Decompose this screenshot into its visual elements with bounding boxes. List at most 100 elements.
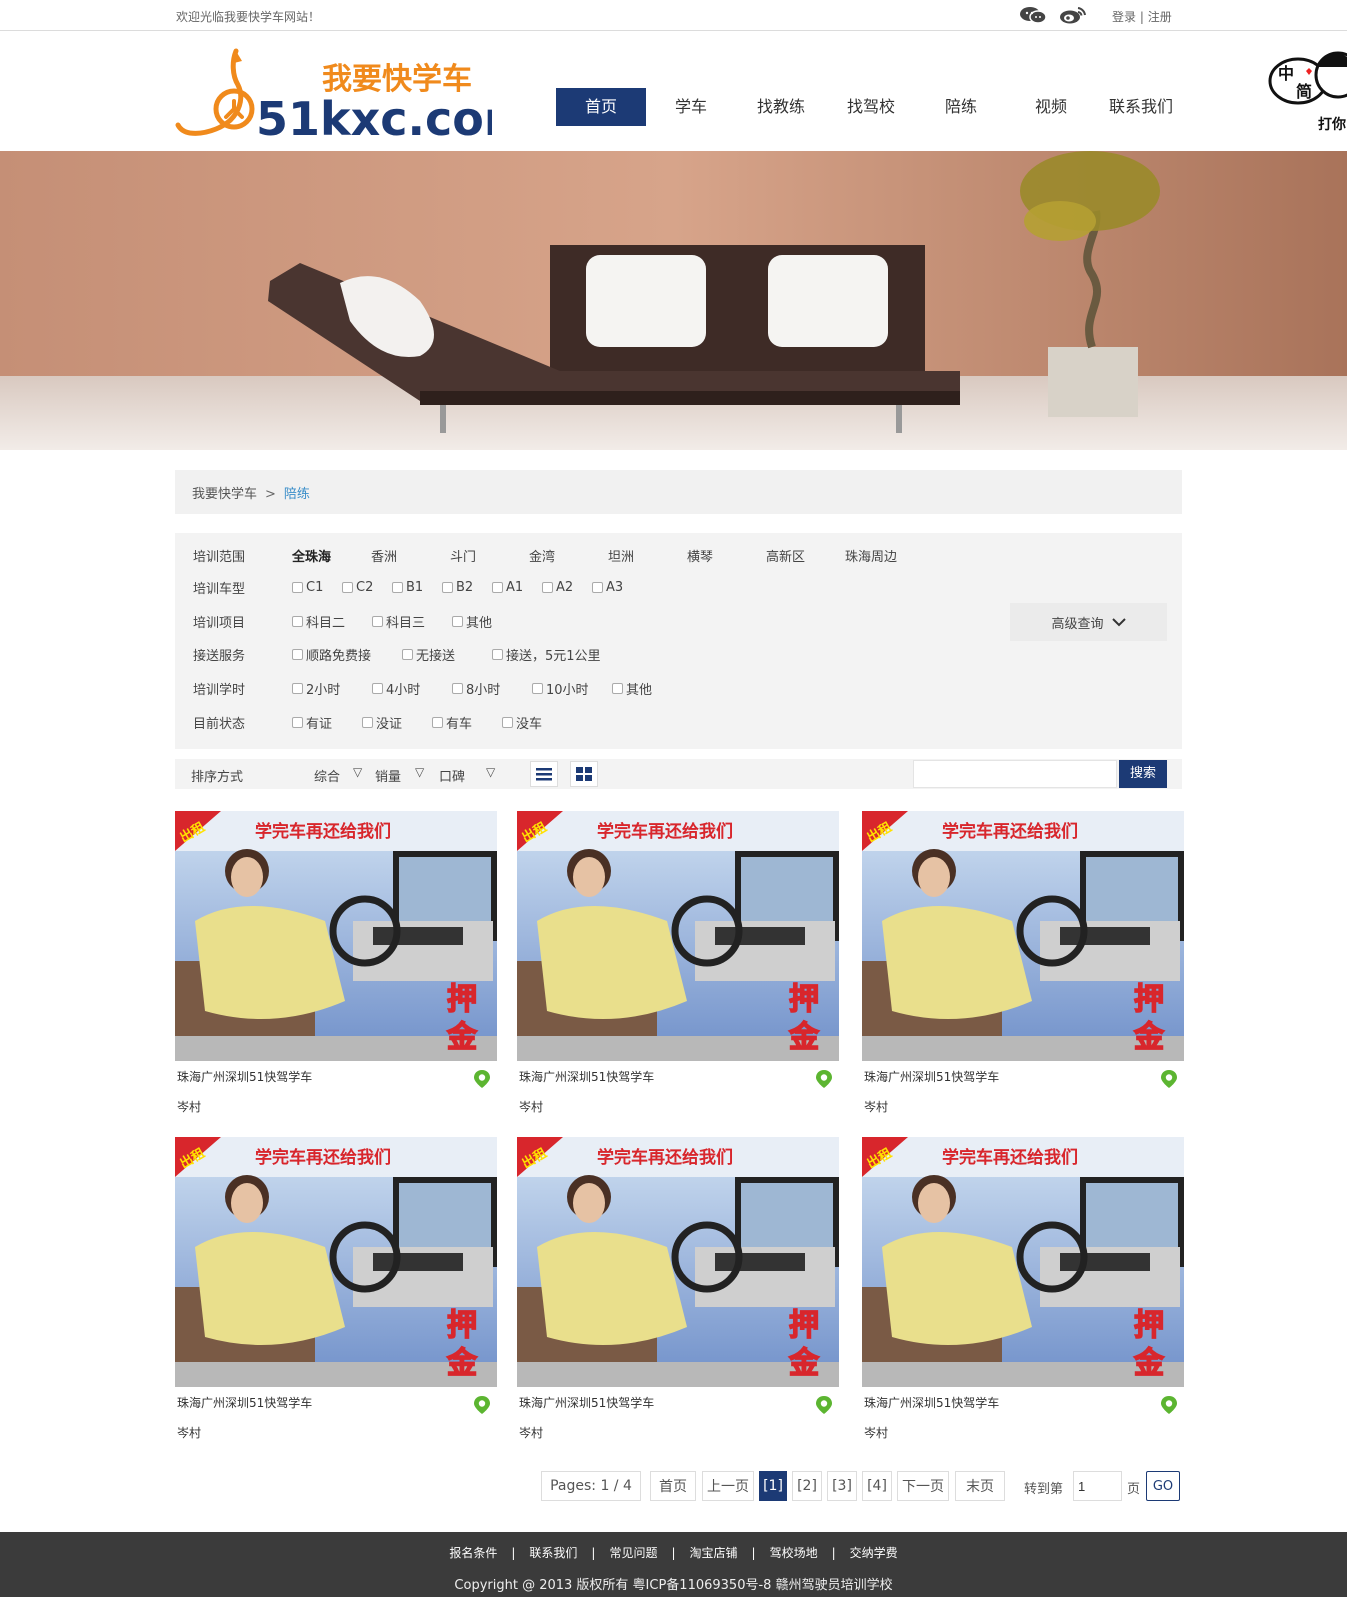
nav-home[interactable]: 首页 [556, 88, 646, 126]
filter-area-option[interactable]: 全珠海 [292, 546, 371, 565]
checkbox[interactable] [342, 581, 353, 593]
filter-area-option[interactable]: 高新区 [766, 546, 845, 565]
wechat-icon[interactable] [1018, 6, 1048, 24]
sort-arrow-icon[interactable]: ▽ [486, 765, 495, 779]
pager-page-2[interactable]: [2] [792, 1471, 822, 1501]
product-card[interactable]: 出租 学完车再还给我们押金珠海广州深圳51快驾学车 岑村 [862, 811, 1184, 1121]
pager-go-button[interactable]: GO [1146, 1471, 1180, 1501]
product-title[interactable]: 珠海广州深圳51快驾学车 [519, 1394, 654, 1411]
filter-shuttle-option[interactable]: 无接送 [402, 645, 492, 664]
location-pin-icon[interactable] [1160, 1069, 1178, 1089]
product-image[interactable]: 出租 学完车再还给我们押金 [862, 1137, 1184, 1387]
site-logo[interactable]: 我要快学车 51kxc.com [172, 41, 532, 146]
filter-car-type-option[interactable]: A1 [492, 580, 542, 595]
location-pin-icon[interactable] [473, 1395, 491, 1415]
footer-link[interactable]: 联系我们 [515, 1544, 591, 1561]
pager-page-1[interactable]: [1] [759, 1471, 787, 1501]
filter-car-type-option[interactable]: B1 [392, 580, 442, 595]
checkbox[interactable] [492, 648, 503, 660]
product-card[interactable]: 出租 学完车再还给我们押金珠海广州深圳51快驾学车 岑村 [517, 811, 839, 1121]
pager-goto-input[interactable] [1073, 1471, 1122, 1501]
checkbox[interactable] [292, 648, 303, 660]
weibo-icon[interactable] [1058, 6, 1088, 24]
product-image[interactable]: 出租 学完车再还给我们押金 [517, 1137, 839, 1387]
pager-first[interactable]: 首页 [650, 1471, 696, 1501]
product-title[interactable]: 珠海广州深圳51快驾学车 [864, 1394, 999, 1411]
filter-shuttle-option[interactable]: 接送，5元1公里 [492, 645, 622, 664]
filter-project-option[interactable]: 其他 [452, 612, 532, 631]
checkbox[interactable] [292, 682, 303, 694]
footer-link[interactable]: 驾校场地 [756, 1544, 832, 1561]
nav-contact[interactable]: 联系我们 [1096, 88, 1186, 126]
filter-area-option[interactable]: 坦洲 [608, 546, 687, 565]
sort-option-rating[interactable]: 口碑 [439, 766, 465, 785]
product-card[interactable]: 出租 学完车再还给我们押金珠海广州深圳51快驾学车 岑村 [517, 1137, 839, 1447]
breadcrumb-home[interactable]: 我要快学车 [192, 487, 257, 502]
checkbox[interactable] [292, 581, 303, 593]
pager-page-3[interactable]: [3] [827, 1471, 857, 1501]
filter-status-option[interactable]: 没车 [502, 713, 572, 732]
location-pin-icon[interactable] [473, 1069, 491, 1089]
pager-prev[interactable]: 上一页 [702, 1471, 754, 1501]
login-link[interactable]: 登录 [1112, 10, 1136, 24]
filter-status-option[interactable]: 有车 [432, 713, 502, 732]
filter-car-type-option[interactable]: B2 [442, 580, 492, 595]
location-pin-icon[interactable] [815, 1069, 833, 1089]
product-image[interactable]: 出租 学完车再还给我们押金 [175, 1137, 497, 1387]
filter-hours-option[interactable]: 10小时 [532, 679, 612, 698]
checkbox[interactable] [612, 682, 623, 694]
filter-hours-option[interactable]: 8小时 [452, 679, 532, 698]
grid-view-button[interactable] [570, 761, 598, 787]
checkbox[interactable] [292, 716, 303, 728]
breadcrumb-current[interactable]: 陪练 [284, 487, 310, 502]
product-image[interactable]: 出租 学完车再还给我们押金 [175, 811, 497, 1061]
checkbox[interactable] [592, 581, 603, 593]
nav-learn[interactable]: 学车 [646, 88, 736, 126]
nav-practice[interactable]: 陪练 [916, 88, 1006, 126]
product-card[interactable]: 出租 学完车再还给我们押金珠海广州深圳51快驾学车 岑村 [175, 811, 497, 1121]
filter-area-option[interactable]: 珠海周边 [845, 546, 924, 565]
product-title[interactable]: 珠海广州深圳51快驾学车 [519, 1068, 654, 1085]
nav-coach[interactable]: 找教练 [736, 88, 826, 126]
footer-link[interactable]: 报名条件 [435, 1544, 511, 1561]
checkbox[interactable] [542, 581, 553, 593]
checkbox[interactable] [372, 615, 383, 627]
checkbox[interactable] [502, 716, 513, 728]
checkbox[interactable] [452, 682, 463, 694]
sort-option-overall[interactable]: 综合 [314, 766, 340, 785]
checkbox[interactable] [492, 581, 503, 593]
checkbox[interactable] [442, 581, 453, 593]
product-card[interactable]: 出租 学完车再还给我们押金珠海广州深圳51快驾学车 岑村 [175, 1137, 497, 1447]
filter-area-option[interactable]: 横琴 [687, 546, 766, 565]
register-link[interactable]: 注册 [1148, 10, 1172, 24]
filter-area-option[interactable]: 斗门 [450, 546, 529, 565]
checkbox[interactable] [432, 716, 443, 728]
filter-status-option[interactable]: 没证 [362, 713, 432, 732]
checkbox[interactable] [402, 648, 413, 660]
checkbox[interactable] [392, 581, 403, 593]
product-image[interactable]: 出租 学完车再还给我们押金 [862, 811, 1184, 1061]
filter-car-type-option[interactable]: C1 [292, 580, 342, 595]
product-title[interactable]: 珠海广州深圳51快驾学车 [177, 1068, 312, 1085]
advanced-search-button[interactable]: 高级查询 [1010, 603, 1167, 641]
filter-car-type-option[interactable]: C2 [342, 580, 392, 595]
filter-shuttle-option[interactable]: 顺路免费接 [292, 645, 402, 664]
nav-video[interactable]: 视频 [1006, 88, 1096, 126]
pager-last[interactable]: 末页 [955, 1471, 1005, 1501]
sort-arrow-icon[interactable]: ▽ [353, 765, 362, 779]
filter-hours-option[interactable]: 2小时 [292, 679, 372, 698]
filter-project-option[interactable]: 科目三 [372, 612, 452, 631]
checkbox[interactable] [452, 615, 463, 627]
location-pin-icon[interactable] [815, 1395, 833, 1415]
filter-project-option[interactable]: 科目二 [292, 612, 372, 631]
product-image[interactable]: 出租 学完车再还给我们押金 [517, 811, 839, 1061]
checkbox[interactable] [372, 682, 383, 694]
product-card[interactable]: 出租 学完车再还给我们押金珠海广州深圳51快驾学车 岑村 [862, 1137, 1184, 1447]
checkbox[interactable] [362, 716, 373, 728]
search-button[interactable]: 搜索 [1119, 760, 1167, 788]
product-title[interactable]: 珠海广州深圳51快驾学车 [864, 1068, 999, 1085]
checkbox[interactable] [532, 682, 543, 694]
filter-car-type-option[interactable]: A2 [542, 580, 592, 595]
list-view-button[interactable] [530, 761, 558, 787]
footer-link[interactable]: 淘宝店铺 [676, 1544, 752, 1561]
